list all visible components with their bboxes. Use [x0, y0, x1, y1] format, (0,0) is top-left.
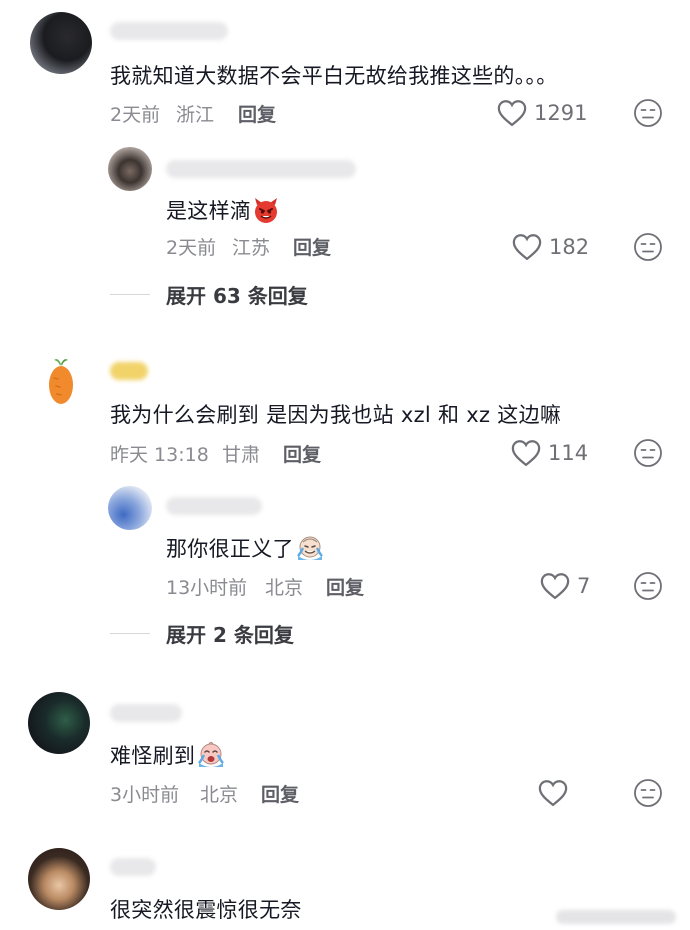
avatar[interactable] [108, 147, 152, 191]
avatar[interactable] [108, 486, 152, 530]
reply-button[interactable]: 回复 [283, 440, 321, 467]
expand-replies-label: 展开 2 条回复 [166, 623, 294, 647]
username-blurred[interactable] [110, 22, 228, 40]
comment-text: 难怪刷到 [110, 740, 226, 770]
like-count: 182 [549, 235, 590, 259]
dislike-icon[interactable] [633, 232, 663, 262]
comment-location: 浙江 [176, 104, 215, 126]
crying-emoji [198, 741, 225, 767]
username-blurred[interactable] [166, 160, 356, 178]
dislike-icon[interactable] [633, 98, 663, 128]
username-blurred[interactable] [110, 362, 148, 380]
like-count: 7 [577, 574, 591, 598]
avatar[interactable] [28, 848, 90, 910]
like-button[interactable]: 7 [540, 571, 590, 601]
carrot-avatar-icon [49, 359, 73, 404]
comment-time: 昨天 13:18 [110, 444, 209, 466]
avatar[interactable] [30, 352, 92, 414]
comment-list: 我就知道大数据不会平白无故给我推这些的。。。 2天前 浙江 回复 1291 是这… [0, 0, 690, 930]
devil-emoji [255, 198, 278, 223]
reply-text: 是这样滴 [166, 195, 280, 225]
username-blurred[interactable] [110, 704, 182, 722]
reply-text: 那你很正义了 [166, 533, 325, 563]
heart-icon [538, 780, 568, 807]
like-button[interactable]: 182 [512, 232, 589, 262]
reply-location: 江苏 [232, 237, 271, 259]
reply-text-content: 那你很正义了 [166, 537, 294, 561]
like-count: 114 [548, 441, 589, 465]
reply-button[interactable]: 回复 [293, 233, 331, 260]
heart-icon [540, 573, 570, 600]
comment-time: 2天前 [110, 104, 161, 126]
comment-text-content: 难怪刷到 [110, 744, 196, 768]
reply-button[interactable]: 回复 [326, 573, 364, 600]
heart-icon [511, 440, 541, 467]
heart-icon [497, 100, 527, 127]
dislike-icon[interactable] [633, 778, 663, 808]
comment-time: 3小时前 [110, 784, 180, 806]
expand-replies-button[interactable]: 展开 2 条回复 [110, 619, 294, 648]
username-blurred[interactable] [110, 858, 156, 876]
avatar[interactable] [30, 12, 92, 74]
reply-time: 2天前 [166, 237, 217, 259]
comment-text: 很突然很震惊很无奈 [110, 898, 302, 922]
comment-text: 我为什么会刷到 是因为我也站 xzl 和 xz 这边嘛 [110, 403, 562, 427]
like-button[interactable]: 1291 [497, 98, 587, 128]
like-count: 1291 [534, 101, 588, 125]
like-button[interactable]: 114 [511, 438, 588, 468]
comment-location: 北京 [200, 784, 239, 806]
reply-location: 北京 [265, 577, 304, 599]
expand-replies-label: 展开 63 条回复 [166, 284, 308, 308]
reply-button[interactable]: 回复 [261, 780, 299, 807]
watermark-blurred [556, 910, 676, 924]
comment-location: 甘肃 [222, 444, 261, 466]
reply-text-content: 是这样滴 [166, 199, 252, 223]
username-blurred[interactable] [166, 497, 262, 515]
heart-icon [512, 234, 542, 261]
reply-time: 13小时前 [166, 577, 248, 599]
divider-line [110, 294, 150, 295]
dislike-icon[interactable] [633, 571, 663, 601]
like-button[interactable] [538, 778, 575, 808]
crying-laughing-emoji [296, 536, 323, 560]
expand-replies-button[interactable]: 展开 63 条回复 [110, 280, 308, 309]
reply-button[interactable]: 回复 [238, 100, 276, 127]
avatar[interactable] [28, 692, 90, 754]
divider-line [110, 633, 150, 634]
dislike-icon[interactable] [633, 438, 663, 468]
comment-text: 我就知道大数据不会平白无故给我推这些的。。。 [110, 64, 558, 88]
